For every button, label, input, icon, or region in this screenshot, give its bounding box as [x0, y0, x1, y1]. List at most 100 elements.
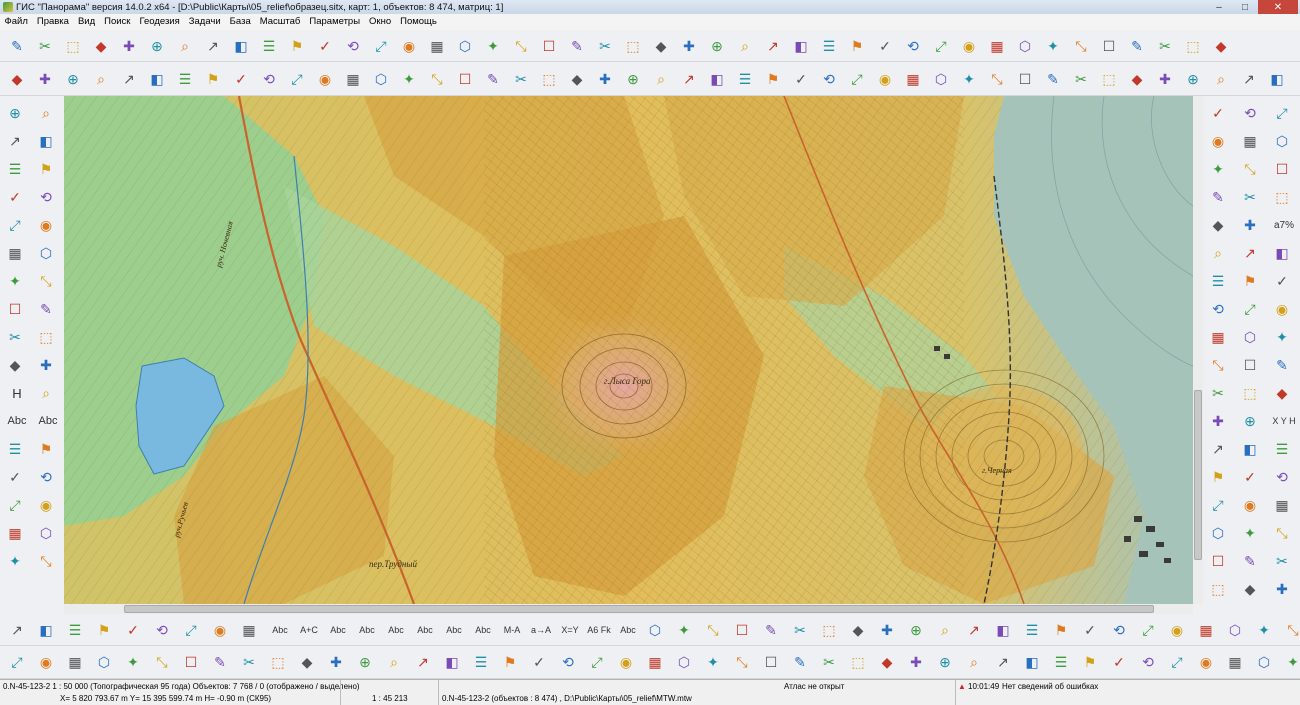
globe-icon[interactable]: ◆ — [6, 68, 28, 90]
zoom-out-icon[interactable]: ⚑ — [202, 68, 224, 90]
open-folder-icon[interactable]: ✎ — [6, 35, 28, 57]
binoculars-icon[interactable]: ✚ — [594, 68, 616, 90]
save-icon[interactable]: ✎ — [35, 298, 57, 320]
binoculars-icon[interactable]: ⊕ — [146, 35, 168, 57]
help-icon[interactable]: ⟲ — [1137, 651, 1159, 673]
dbm-icon[interactable]: ✎ — [789, 651, 811, 673]
chart-icon[interactable]: ✦ — [702, 651, 724, 673]
zoom-in-icon[interactable]: ◧ — [992, 619, 1014, 641]
ruler-icon[interactable]: ⬡ — [35, 522, 57, 544]
help-icon[interactable]: ⤢ — [846, 68, 868, 90]
zoom-out-icon[interactable]: ⚑ — [286, 35, 308, 57]
list-icon[interactable]: ◆ — [1239, 578, 1261, 600]
dbm-icon[interactable]: ✂ — [4, 326, 26, 348]
ruler-icon[interactable]: ⬡ — [1014, 35, 1036, 57]
zoom-out-icon[interactable]: ☰ — [818, 35, 840, 57]
menu-tasks[interactable]: Задачи — [184, 14, 225, 30]
delete-icon[interactable]: ↗ — [678, 68, 700, 90]
help-icon[interactable]: ◉ — [209, 619, 231, 641]
chart-icon[interactable]: ⤡ — [35, 270, 57, 292]
zoom-in-icon[interactable]: ◧ — [706, 68, 728, 90]
zoom-in-icon[interactable]: ◧ — [790, 35, 812, 57]
dbm-icon[interactable]: ✂ — [789, 619, 811, 641]
binoculars-icon[interactable]: ✚ — [876, 619, 898, 641]
menu-view[interactable]: Вид — [73, 14, 99, 30]
cursor-icon[interactable]: ✓ — [790, 68, 812, 90]
binoculars-icon[interactable]: ◆ — [1126, 68, 1148, 90]
scissors-icon[interactable]: ▦ — [238, 619, 260, 641]
print-icon[interactable]: ⟲ — [1207, 298, 1229, 320]
select-object-icon[interactable]: ⌕ — [383, 651, 405, 673]
globe-icon[interactable]: ✎ — [1239, 550, 1261, 572]
chart-icon[interactable]: ⤡ — [1239, 158, 1261, 180]
binoculars-icon[interactable]: ⬚ — [1207, 578, 1229, 600]
open-folder-icon[interactable]: ⤡ — [986, 68, 1008, 90]
zoom-out-icon[interactable]: ◧ — [1266, 68, 1288, 90]
dbm-icon[interactable]: ✂ — [510, 68, 532, 90]
layers-icon[interactable]: ◆ — [4, 354, 26, 376]
scissors-icon[interactable]: ◉ — [615, 651, 637, 673]
list-icon[interactable]: ⊕ — [354, 651, 376, 673]
layers-icon[interactable]: ◆ — [650, 35, 672, 57]
save-icon[interactable]: ✎ — [1207, 186, 1229, 208]
help-icon[interactable]: ◉ — [314, 68, 336, 90]
help-icon[interactable]: ⟲ — [1271, 466, 1293, 488]
select-object-icon[interactable]: ↗ — [118, 68, 140, 90]
dbm-icon[interactable]: ✎ — [1271, 354, 1293, 376]
chart-icon[interactable]: ⤡ — [426, 68, 448, 90]
globe-icon[interactable]: ⬚ — [622, 35, 644, 57]
ruler-icon[interactable]: ✦ — [4, 270, 26, 292]
zoom-out-icon[interactable]: ☰ — [734, 68, 756, 90]
list-icon[interactable]: ✚ — [1207, 410, 1229, 432]
text-style-button-5[interactable]: Abc — [412, 619, 438, 641]
text-style-button-10[interactable]: X=Y — [557, 619, 583, 641]
globe-icon[interactable]: ◆ — [90, 35, 112, 57]
delete-icon[interactable]: ↗ — [963, 619, 985, 641]
binoculars-icon[interactable]: ⊕ — [62, 68, 84, 90]
scissors-icon[interactable]: ◉ — [1271, 298, 1293, 320]
scissors-icon[interactable]: ◉ — [35, 494, 57, 516]
text-style-button-8[interactable]: M-A — [499, 619, 525, 641]
relief-map[interactable] — [64, 96, 1193, 604]
dbm-icon[interactable]: ✎ — [1042, 68, 1064, 90]
help-icon[interactable]: ◉ — [398, 35, 420, 57]
scissors-icon[interactable]: ▦ — [426, 35, 448, 57]
open-folder-icon[interactable]: ⤡ — [1282, 619, 1300, 641]
cursor-icon[interactable]: ⚑ — [1207, 466, 1229, 488]
dbm-icon[interactable]: ✎ — [1126, 35, 1148, 57]
edit-pencil-icon[interactable]: ◉ — [1239, 494, 1261, 516]
binoculars-icon[interactable]: ✚ — [325, 651, 347, 673]
scissors-icon[interactable]: ◉ — [958, 35, 980, 57]
globe-icon[interactable]: ✂ — [1154, 35, 1176, 57]
layers-icon[interactable]: ◆ — [1207, 214, 1229, 236]
text-tool-button-1[interactable]: Abc — [35, 410, 61, 432]
zoom-out-icon[interactable]: ⚑ — [35, 158, 57, 180]
text-style-button-7[interactable]: Abc — [470, 619, 496, 641]
menu-edit[interactable]: Правка — [32, 14, 73, 30]
text-style-button-0[interactable]: Abc — [267, 619, 293, 641]
cursor-icon[interactable]: ✓ — [874, 35, 896, 57]
chart-icon[interactable]: ⤡ — [510, 35, 532, 57]
text-style-button-4[interactable]: Abc — [383, 619, 409, 641]
layers-icon[interactable]: ⬚ — [847, 651, 869, 673]
help-icon[interactable]: ⤢ — [1137, 619, 1159, 641]
text-tool-button-0[interactable]: Abc — [4, 410, 30, 432]
ruler-icon[interactable]: ▦ — [1271, 494, 1293, 516]
cursor-icon[interactable]: ⚑ — [1079, 651, 1101, 673]
edit-pencil-icon[interactable]: ⬡ — [454, 35, 476, 57]
binoculars-icon[interactable]: ✚ — [1239, 214, 1261, 236]
print-icon[interactable]: ⤢ — [1271, 102, 1293, 124]
delete-icon[interactable]: ⌕ — [1210, 68, 1232, 90]
delete-icon[interactable]: ◧ — [146, 68, 168, 90]
print-icon[interactable]: ⤢ — [4, 214, 26, 236]
delete-icon[interactable]: ⌕ — [963, 651, 985, 673]
select-object-icon[interactable]: ⌕ — [1207, 242, 1229, 264]
minimize-button[interactable]: – — [1206, 0, 1232, 14]
close-button[interactable]: ✕ — [1258, 0, 1298, 14]
list-icon[interactable]: ⌕ — [90, 68, 112, 90]
open-folder-icon[interactable]: ⤡ — [1207, 354, 1229, 376]
zoom-in-icon[interactable]: ↗ — [1207, 438, 1229, 460]
scissors-icon[interactable]: ▦ — [64, 651, 86, 673]
list-icon[interactable]: ⊕ — [905, 619, 927, 641]
fit-icon[interactable]: ⚑ — [35, 438, 57, 460]
